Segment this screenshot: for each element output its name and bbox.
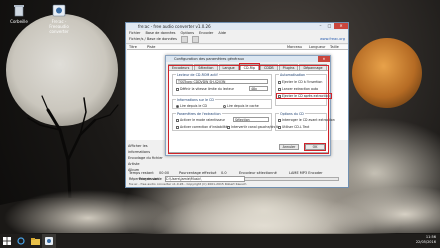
cd-info-group: Informations sur le CD Lire depuis le CD… xyxy=(172,98,272,109)
dialog-title: Configuration des paramètres généraux xyxy=(174,57,245,61)
jitter-correction-label: Activer correction d'instabilité xyxy=(180,125,228,129)
recycle-bin-icon xyxy=(14,5,24,17)
minimize-button[interactable]: – xyxy=(316,23,325,29)
cd-text-label: Utiliser CD-L Text xyxy=(282,125,310,129)
read-from-cd-label: Lire depuis le CD xyxy=(180,104,208,108)
slow-mode-label: Activer le mode ralentisseur xyxy=(180,118,225,122)
window-title: fre:ac - free audio converter v1.0.26 xyxy=(138,24,211,29)
swap-channels-checkbox[interactable]: Intervertir canal gauche/droit xyxy=(227,125,278,129)
cdrom-group-label: Lecteur de CD-ROM actif xyxy=(176,73,219,77)
close-button[interactable]: ✕ xyxy=(334,23,348,29)
dialog-title-bar[interactable]: Configuration des paramètres généraux ✕ xyxy=(166,56,330,62)
taskbar-explorer-button[interactable] xyxy=(28,234,42,248)
column-title[interactable]: Titre xyxy=(129,45,137,49)
read-from-cache-label: Lire depuis le cache xyxy=(227,104,259,108)
toolbar-button[interactable] xyxy=(191,35,199,43)
menu-help[interactable]: Aide xyxy=(218,31,226,35)
website-link[interactable]: www.freac.org xyxy=(320,37,345,41)
start-button[interactable] xyxy=(0,234,14,248)
toolbar-button[interactable] xyxy=(180,35,188,43)
window-title-bar[interactable]: fre:ac - free audio converter v1.0.26 – … xyxy=(126,23,348,30)
eject-after-rip-checkbox[interactable]: Ejecter le CD après extraction xyxy=(276,93,332,99)
output-dir-label: Répertoire de sortie xyxy=(129,177,162,181)
time-left-value: 00:00 xyxy=(159,171,170,175)
freac-app-icon xyxy=(45,237,53,245)
toolbar-label: Fichier/s / Base de données xyxy=(129,37,177,41)
dialog-close-button[interactable]: ✕ xyxy=(318,56,330,62)
rip-settings-group-label: Paramètres de l'extraction xyxy=(176,112,222,116)
column-length[interactable]: Longueur xyxy=(309,45,326,49)
speed-select[interactable]: 48x xyxy=(249,86,268,91)
taskbar-ie-button[interactable] xyxy=(14,234,28,248)
encoder-value: LAME MP3 Encoder xyxy=(289,171,323,175)
desktop-icon-freac[interactable]: Fre:ac - Freeaudio converter xyxy=(42,4,76,34)
freac-app-icon xyxy=(52,4,66,17)
menu-file[interactable]: Fichier xyxy=(129,31,140,35)
toolbar: Fichier/s / Base de données www.freac.or… xyxy=(126,35,348,44)
automation-group-label: Automatisation xyxy=(279,73,307,77)
desktop-icon-recycle-bin[interactable]: Corbeille xyxy=(2,4,36,24)
show-info-option[interactable]: Afficher les informations xyxy=(128,143,168,155)
config-dialog: Configuration des paramètres généraux ✕ … xyxy=(165,55,335,156)
maximize-button[interactable]: □ xyxy=(325,23,334,29)
set-speed-checkbox[interactable]: Définir la vitesse limite du lecteur xyxy=(176,87,234,91)
cd-text-checkbox[interactable]: Utiliser CD-L Text xyxy=(278,125,309,129)
read-from-cd-radio[interactable]: Lire depuis le CD xyxy=(176,104,207,108)
folder-icon xyxy=(30,237,40,245)
menu-options[interactable]: Options xyxy=(181,31,195,35)
cd-options-group-label: Options du CD xyxy=(279,112,305,116)
clock-date: 22/05/2016 xyxy=(415,240,436,244)
mode-select[interactable]: Sélection xyxy=(233,117,269,122)
automation-group: Automatisation Ejecter le CD à l'inserti… xyxy=(275,73,332,106)
query-cd-checkbox[interactable]: Interroger le CD avant extraction xyxy=(278,118,335,122)
ok-button[interactable]: OK xyxy=(304,143,326,151)
copyright-footer: fre:ac - free audio converter v1.0.26 - … xyxy=(129,182,247,186)
time-left-label: Temps restant xyxy=(129,171,154,175)
auto-rip-label: Lancer extraction auto xyxy=(282,87,319,91)
taskbar: 11:56 22/05/2016 xyxy=(0,234,440,248)
menu-encode[interactable]: Encoder xyxy=(199,31,213,35)
column-song[interactable]: Morceau xyxy=(287,45,302,49)
info-options: Afficher les informations Encodage du fi… xyxy=(128,143,168,173)
slow-mode-checkbox[interactable]: Activer le mode ralentisseur xyxy=(176,118,225,122)
query-cd-label: Interroger le CD avant extraction xyxy=(282,118,335,122)
read-from-cache-radio[interactable]: Lire depuis le cache xyxy=(223,104,259,108)
cd-info-group-label: Informations sur le CD xyxy=(176,98,215,102)
jitter-correction-checkbox[interactable]: Activer correction d'instabilité xyxy=(176,125,228,129)
system-clock[interactable]: 11:56 22/05/2016 xyxy=(416,235,436,245)
eject-on-insert-label: Ejecter le CD à l'insertion xyxy=(282,80,323,84)
cancel-button[interactable]: Annuler xyxy=(279,144,299,150)
column-size[interactable]: Taille xyxy=(330,45,339,49)
set-speed-label: Définir la vitesse limite du lecteur xyxy=(180,87,234,91)
cdrom-group: Lecteur de CD-ROM actif TSSTcorp CDDVDW … xyxy=(172,73,272,96)
taskbar-freac-button[interactable] xyxy=(42,234,56,248)
tab-content: Lecteur de CD-ROM actif TSSTcorp CDDVDW … xyxy=(168,70,335,153)
rip-settings-group: Paramètres de l'extraction Activer le mo… xyxy=(172,112,278,131)
percent-label: Pourcentage effectué xyxy=(179,171,217,175)
internet-explorer-icon xyxy=(17,237,25,245)
auto-rip-checkbox[interactable]: Lancer extraction auto xyxy=(278,87,318,91)
column-track[interactable]: Piste xyxy=(147,45,155,49)
encoder-label: Encodeur sélectionné xyxy=(239,171,277,175)
cdrom-drive-select[interactable]: TSSTcorp CDDVDW SH-S203N xyxy=(176,79,268,84)
eject-after-rip-label: Ejecter le CD après extraction xyxy=(282,94,330,98)
windows-logo-icon xyxy=(3,237,11,245)
swap-channels-label: Intervertir canal gauche/droit xyxy=(231,125,278,129)
cd-options-group: Options du CD Interroger le CD avant ext… xyxy=(275,112,335,131)
eject-on-insert-checkbox[interactable]: Ejecter le CD à l'insertion xyxy=(278,80,322,84)
desktop-icon-label: Fre:ac - Freeaudio converter xyxy=(49,19,69,34)
menu-database[interactable]: Base de données xyxy=(145,31,175,35)
percent-value: 0.0 xyxy=(221,171,227,175)
desktop-icon-label: Corbeille xyxy=(10,19,28,24)
